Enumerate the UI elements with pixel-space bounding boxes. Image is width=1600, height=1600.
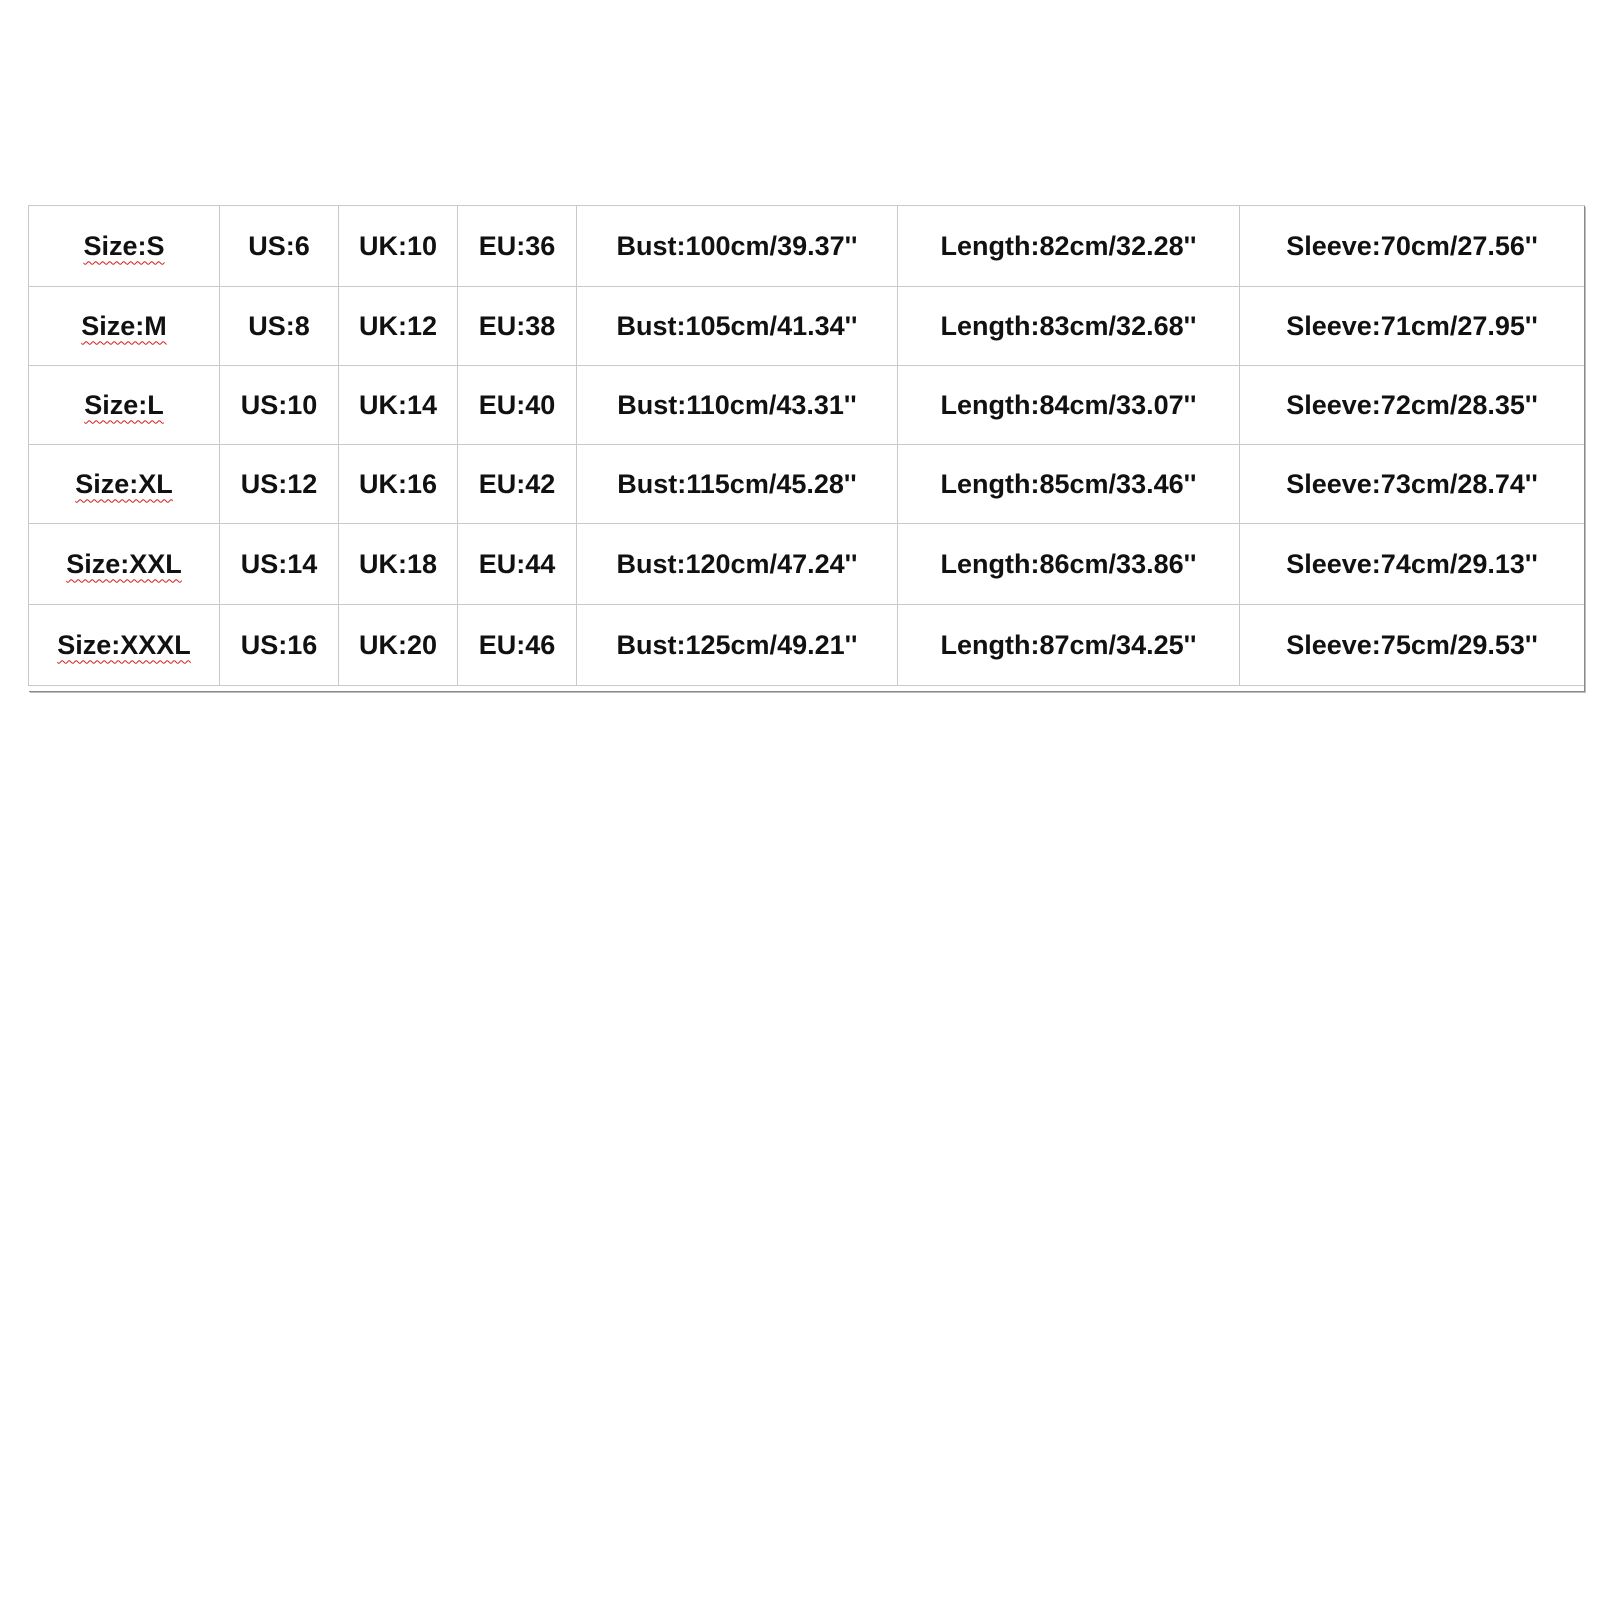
eu-size-cell: EU:40	[457, 365, 577, 445]
size-cell: Size:XL	[28, 444, 220, 524]
uk-size-cell: UK:18	[338, 523, 458, 605]
size-chart-table: Size:S US:6 UK:10 EU:36 Bust:100cm/39.37…	[28, 205, 1585, 686]
size-label: Size:XXL	[66, 548, 182, 579]
table-row: Size:M US:8 UK:12 EU:38 Bust:105cm/41.34…	[28, 286, 1585, 366]
sleeve-cell: Sleeve:75cm/29.53''	[1239, 604, 1585, 686]
us-size-cell: US:10	[219, 365, 339, 445]
sleeve-cell: Sleeve:74cm/29.13''	[1239, 523, 1585, 605]
eu-size-cell: EU:36	[457, 205, 577, 287]
size-cell: Size:XXL	[28, 523, 220, 605]
length-cell: Length:84cm/33.07''	[897, 365, 1240, 445]
table-row: Size:XL US:12 UK:16 EU:42 Bust:115cm/45.…	[28, 444, 1585, 524]
sleeve-cell: Sleeve:73cm/28.74''	[1239, 444, 1585, 524]
bust-cell: Bust:125cm/49.21''	[576, 604, 898, 686]
us-size-cell: US:16	[219, 604, 339, 686]
length-cell: Length:87cm/34.25''	[897, 604, 1240, 686]
us-size-cell: US:8	[219, 286, 339, 366]
size-label: Size:XL	[75, 468, 173, 499]
sleeve-cell: Sleeve:72cm/28.35''	[1239, 365, 1585, 445]
us-size-cell: US:6	[219, 205, 339, 287]
uk-size-cell: UK:16	[338, 444, 458, 524]
size-label: Size:XXXL	[57, 629, 191, 660]
size-label: Size:L	[84, 389, 164, 420]
bust-cell: Bust:100cm/39.37''	[576, 205, 898, 287]
sleeve-cell: Sleeve:70cm/27.56''	[1239, 205, 1585, 287]
length-cell: Length:85cm/33.46''	[897, 444, 1240, 524]
table-row: Size:XXXL US:16 UK:20 EU:46 Bust:125cm/4…	[28, 604, 1585, 686]
eu-size-cell: EU:44	[457, 523, 577, 605]
bust-cell: Bust:120cm/47.24''	[576, 523, 898, 605]
uk-size-cell: UK:12	[338, 286, 458, 366]
eu-size-cell: EU:46	[457, 604, 577, 686]
size-label: Size:S	[83, 230, 165, 261]
table-row: Size:L US:10 UK:14 EU:40 Bust:110cm/43.3…	[28, 365, 1585, 445]
size-cell: Size:L	[28, 365, 220, 445]
uk-size-cell: UK:14	[338, 365, 458, 445]
us-size-cell: US:14	[219, 523, 339, 605]
bust-cell: Bust:105cm/41.34''	[576, 286, 898, 366]
sleeve-cell: Sleeve:71cm/27.95''	[1239, 286, 1585, 366]
length-cell: Length:83cm/32.68''	[897, 286, 1240, 366]
us-size-cell: US:12	[219, 444, 339, 524]
eu-size-cell: EU:38	[457, 286, 577, 366]
size-cell: Size:S	[28, 205, 220, 287]
eu-size-cell: EU:42	[457, 444, 577, 524]
bust-cell: Bust:115cm/45.28''	[576, 444, 898, 524]
length-cell: Length:82cm/32.28''	[897, 205, 1240, 287]
length-cell: Length:86cm/33.86''	[897, 523, 1240, 605]
size-label: Size:M	[81, 310, 167, 341]
bust-cell: Bust:110cm/43.31''	[576, 365, 898, 445]
size-cell: Size:M	[28, 286, 220, 366]
table-row: Size:XXL US:14 UK:18 EU:44 Bust:120cm/47…	[28, 523, 1585, 605]
size-cell: Size:XXXL	[28, 604, 220, 686]
table-row: Size:S US:6 UK:10 EU:36 Bust:100cm/39.37…	[28, 205, 1585, 287]
uk-size-cell: UK:20	[338, 604, 458, 686]
uk-size-cell: UK:10	[338, 205, 458, 287]
